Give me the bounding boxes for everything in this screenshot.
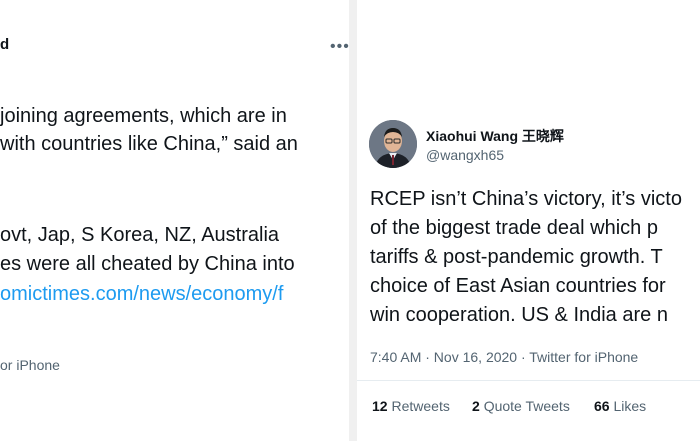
tweet-text-line: win cooperation. US & India are n [370,304,668,326]
author-name[interactable]: Xiaohui Wang 王晓辉 [426,126,564,146]
avatar-portrait [369,120,417,168]
tweet-source[interactable]: or iPhone [0,357,60,373]
likes-count: 66 [594,398,610,414]
left-tweet-card: d ••• joining agreements, which are in w… [0,0,349,441]
author-handle[interactable]: @wangxh65 [426,147,504,163]
retweets-stat[interactable]: 12 Retweets [372,398,450,414]
tweet-text-line: joining agreements, which are in [0,105,287,127]
likes-label: Likes [613,398,647,414]
avatar[interactable] [369,120,417,168]
tweet-text-line: of the biggest trade deal which p [370,217,658,239]
tweet-text-line: tariffs & post-pandemic growth. T [370,246,663,268]
tweet-timestamp[interactable]: 7:40 AM · Nov 16, 2020 · Twitter for iPh… [370,349,638,365]
tweet-text-line: with countries like China,” said an [0,133,298,155]
more-horizontal-icon[interactable]: ••• [330,38,349,56]
retweets-count: 12 [372,398,388,414]
tweet-text-line: es were all cheated by China into [0,253,295,275]
tweet-link[interactable]: omictimes.com/news/economy/f [0,281,283,307]
tweet-text-line: ovt, Jap, S Korea, NZ, Australia [0,224,280,246]
retweets-label: Retweets [391,398,450,414]
quote-tweets-count: 2 [472,398,480,414]
tweet-text-line: RCEP isn’t China’s victory, it’s victo [370,188,682,210]
quote-tweets-label: Quote Tweets [483,398,570,414]
divider [357,380,700,381]
quote-tweets-stat[interactable]: 2 Quote Tweets [472,398,570,414]
author-name[interactable]: d [0,36,9,53]
likes-stat[interactable]: 66 Likes [594,398,646,414]
tweet-text-line: choice of East Asian countries for [370,275,666,297]
